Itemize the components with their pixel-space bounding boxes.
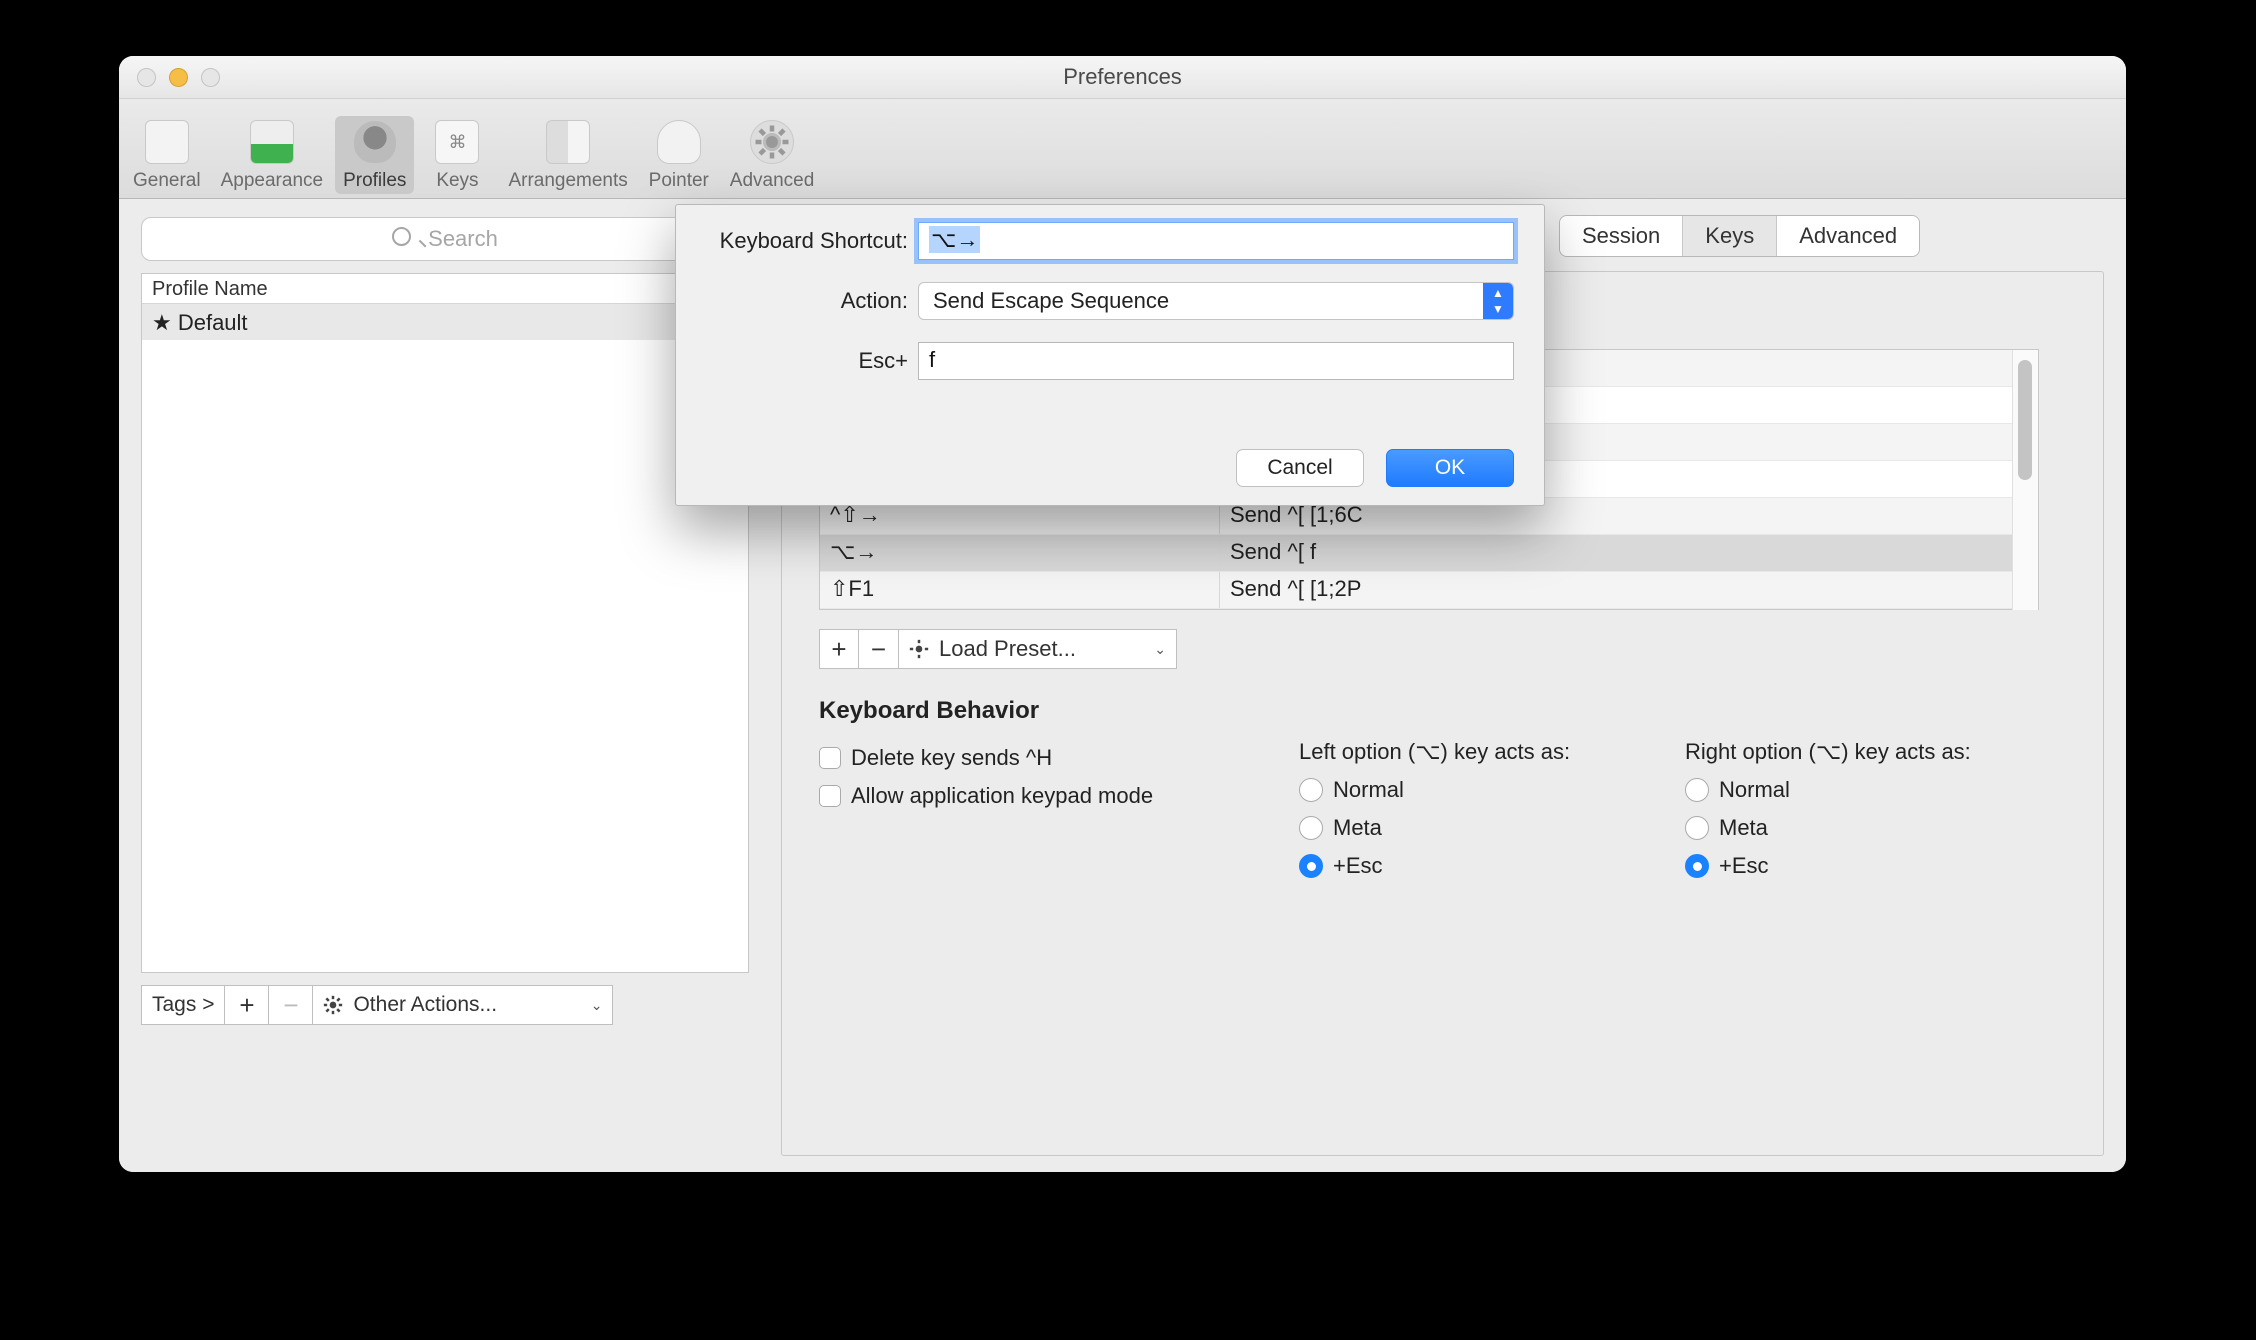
scrollbar-thumb[interactable] <box>2018 360 2032 480</box>
esc-sequence-field[interactable]: f <box>918 342 1514 380</box>
titlebar: Preferences <box>119 56 2126 99</box>
profiles-icon <box>353 120 397 164</box>
tags-button[interactable]: Tags > <box>141 985 225 1025</box>
ok-button[interactable]: OK <box>1386 449 1514 487</box>
right-option-normal-radio[interactable] <box>1685 778 1709 802</box>
key-mapping-controls: + − Load Preset... ⌄ <box>819 629 1177 669</box>
other-actions-dropdown[interactable]: Other Actions... ⌄ <box>313 985 613 1025</box>
right-option-group: Right option (⌥) key acts as: Normal Met… <box>1685 739 1971 885</box>
delete-sends-h-label: Delete key sends ^H <box>851 745 1052 771</box>
advanced-icon <box>750 120 794 164</box>
left-option-normal-radio[interactable] <box>1299 778 1323 802</box>
profiles-sidebar: Search Profile Name ★ Default Tags > + −… <box>141 217 749 1025</box>
esc-label: Esc+ <box>676 348 918 374</box>
profile-subtabs: Session Keys Advanced <box>1559 215 1920 257</box>
allow-keypad-checkbox[interactable] <box>819 785 841 807</box>
toolbar-profiles[interactable]: Profiles <box>335 116 414 194</box>
profile-search[interactable]: Search <box>141 217 749 261</box>
tab-session[interactable]: Session <box>1560 216 1683 256</box>
profile-list[interactable]: Profile Name ★ Default <box>141 273 749 973</box>
search-placeholder: Search <box>428 226 498 252</box>
arrangements-icon <box>546 120 590 164</box>
gear-icon <box>909 639 929 659</box>
pointer-icon <box>657 120 701 164</box>
right-option-meta-radio[interactable] <box>1685 816 1709 840</box>
select-arrow-icon: ▲▼ <box>1483 283 1513 319</box>
profile-footer: Tags > + − Other Actions... ⌄ <box>141 985 749 1025</box>
left-option-esc-radio[interactable] <box>1299 854 1323 878</box>
delete-sends-h-checkbox[interactable] <box>819 747 841 769</box>
keyboard-behavior-heading: Keyboard Behavior <box>819 697 1039 725</box>
chevron-down-icon: ⌄ <box>1154 641 1166 658</box>
toolbar-general[interactable]: General <box>125 116 209 194</box>
profile-row-default[interactable]: ★ Default <box>142 304 748 340</box>
toolbar-keys[interactable]: ⌘ Keys <box>418 116 496 194</box>
table-row-selected[interactable]: ⌥→ Send ^[ f <box>820 535 2038 572</box>
window-title: Preferences <box>119 64 2126 90</box>
add-profile-button[interactable]: + <box>225 985 269 1025</box>
chevron-down-icon: ⌄ <box>591 997 603 1014</box>
left-option-heading: Left option (⌥) key acts as: <box>1299 739 1570 765</box>
left-option-group: Left option (⌥) key acts as: Normal Meta… <box>1299 739 1570 885</box>
allow-keypad-label: Allow application keypad mode <box>851 783 1153 809</box>
shortcut-label: Keyboard Shortcut: <box>676 228 918 254</box>
keys-icon: ⌘ <box>435 120 479 164</box>
action-select[interactable]: Send Escape Sequence ▲▼ <box>918 282 1514 320</box>
right-option-heading: Right option (⌥) key acts as: <box>1685 739 1971 765</box>
remove-profile-button[interactable]: − <box>269 985 313 1025</box>
gear-icon <box>754 124 790 160</box>
remove-mapping-button[interactable]: − <box>859 629 899 669</box>
add-mapping-button[interactable]: + <box>819 629 859 669</box>
cancel-button[interactable]: Cancel <box>1236 449 1364 487</box>
preferences-window: Preferences General Appearance Profiles … <box>119 56 2126 1172</box>
scrollbar[interactable] <box>2012 350 2038 610</box>
table-row[interactable]: ⇧F1 Send ^[ [1;2P <box>820 572 2038 609</box>
appearance-icon <box>250 120 294 164</box>
toolbar-arrangements[interactable]: Arrangements <box>500 116 635 194</box>
general-icon <box>145 120 189 164</box>
shortcut-field[interactable]: ⌥→ <box>918 222 1514 260</box>
preferences-toolbar: General Appearance Profiles ⌘ Keys Arran… <box>119 99 2126 199</box>
left-option-meta-radio[interactable] <box>1299 816 1323 840</box>
load-preset-dropdown[interactable]: Load Preset... ⌄ <box>899 629 1177 669</box>
action-label: Action: <box>676 288 918 314</box>
right-option-esc-radio[interactable] <box>1685 854 1709 878</box>
toolbar-pointer[interactable]: Pointer <box>640 116 718 194</box>
tab-keys[interactable]: Keys <box>1683 216 1777 256</box>
profile-list-header: Profile Name <box>142 274 748 304</box>
toolbar-appearance[interactable]: Appearance <box>213 116 331 194</box>
toolbar-advanced[interactable]: Advanced <box>722 116 823 194</box>
search-icon <box>392 226 420 252</box>
tab-advanced[interactable]: Advanced <box>1777 216 1919 256</box>
keyboard-behavior-checkboxes: Delete key sends ^H Allow application ke… <box>819 739 1153 815</box>
gear-icon <box>323 995 343 1015</box>
edit-key-mapping-dialog: Keyboard Shortcut: ⌥→ Action: Send Escap… <box>675 204 1545 506</box>
